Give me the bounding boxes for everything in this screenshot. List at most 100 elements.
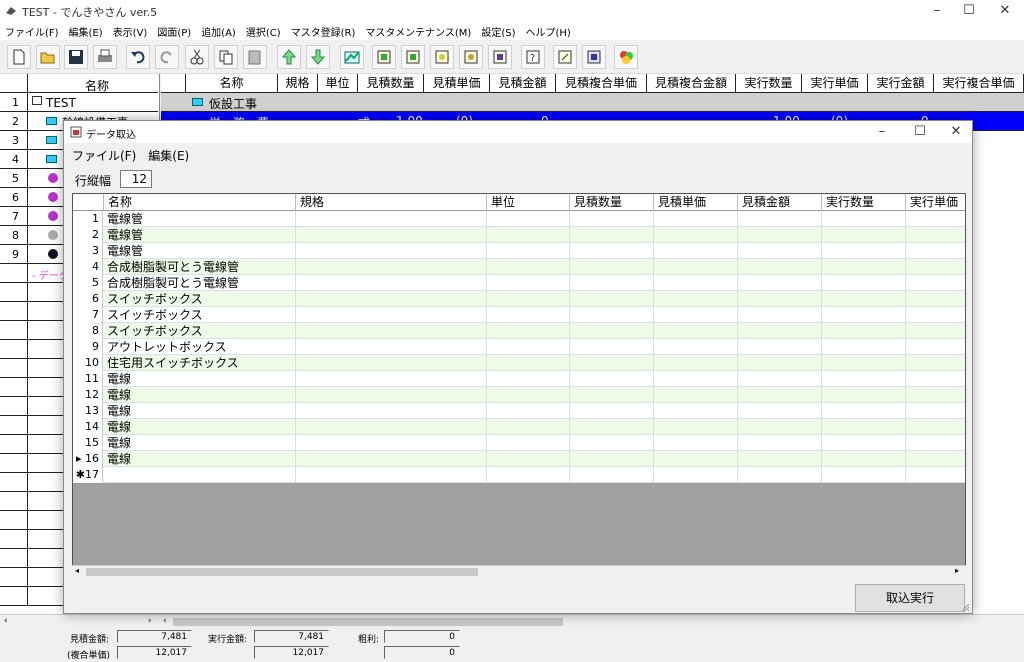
col-header-exec-composite-price[interactable]: 実行複合単価 bbox=[934, 74, 1024, 93]
main-horizontal-scrollbar[interactable]: ‹ › ‹ bbox=[0, 614, 1024, 628]
col-header-exec-price[interactable]: 実行単価 bbox=[906, 194, 965, 211]
name-cell[interactable]: アウトレットボックス bbox=[104, 339, 296, 355]
grid-cell[interactable] bbox=[654, 243, 738, 259]
grid-cell[interactable] bbox=[570, 387, 654, 403]
grid-cell[interactable] bbox=[654, 419, 738, 435]
grid-cell[interactable] bbox=[570, 323, 654, 339]
col-header-name[interactable]: 名称 bbox=[104, 194, 296, 211]
resize-grip-icon[interactable] bbox=[960, 602, 970, 612]
name-cell[interactable]: スイッチボックス bbox=[104, 291, 296, 307]
grid-cell[interactable] bbox=[654, 355, 738, 371]
scroll-right-icon[interactable]: ▸ bbox=[955, 566, 959, 575]
grid-cell[interactable] bbox=[906, 243, 965, 259]
grid-cell[interactable] bbox=[654, 451, 738, 467]
grid-cell[interactable] bbox=[296, 323, 487, 339]
grid-cell[interactable] bbox=[738, 467, 822, 483]
name-cell[interactable]: 電線 bbox=[104, 451, 296, 467]
menu-edit[interactable]: 編集(E) bbox=[64, 22, 108, 39]
col-header-exec-qty[interactable]: 実行数量 bbox=[736, 74, 802, 93]
grid-cell[interactable] bbox=[296, 371, 487, 387]
grid-cell[interactable] bbox=[822, 211, 906, 227]
grid-cell[interactable] bbox=[738, 323, 822, 339]
grid-cell[interactable] bbox=[570, 451, 654, 467]
grid-cell[interactable] bbox=[822, 419, 906, 435]
import-icon[interactable] bbox=[582, 45, 606, 69]
grid-cell[interactable] bbox=[654, 307, 738, 323]
grid-cell[interactable] bbox=[654, 435, 738, 451]
name-cell[interactable]: 合成樹脂製可とう電線管 bbox=[104, 275, 296, 291]
grid-cell[interactable] bbox=[654, 275, 738, 291]
scroll-thumb[interactable] bbox=[173, 618, 563, 626]
grid-cell[interactable] bbox=[487, 419, 570, 435]
grid-cell[interactable] bbox=[487, 387, 570, 403]
grid-cell[interactable] bbox=[654, 259, 738, 275]
table-row[interactable]: 13 電線 bbox=[73, 403, 965, 419]
grid-cell[interactable] bbox=[570, 227, 654, 243]
help-doc-icon[interactable]: ? bbox=[521, 45, 545, 69]
grid-cell[interactable] bbox=[487, 339, 570, 355]
grid-cell[interactable] bbox=[822, 291, 906, 307]
grid-cell[interactable] bbox=[296, 467, 487, 483]
grid-cell[interactable] bbox=[296, 259, 487, 275]
grid-cell[interactable] bbox=[487, 435, 570, 451]
doc-tool-5-icon[interactable] bbox=[488, 45, 512, 69]
grid-cell[interactable] bbox=[654, 227, 738, 243]
grid-cell[interactable] bbox=[906, 467, 965, 483]
grid-cell[interactable] bbox=[822, 403, 906, 419]
table-row[interactable]: 9 アウトレットボックス bbox=[73, 339, 965, 355]
redo-icon[interactable] bbox=[155, 45, 179, 69]
menu-view[interactable]: 表示(V) bbox=[108, 22, 153, 39]
grid-cell[interactable] bbox=[738, 259, 822, 275]
grid-cell[interactable] bbox=[822, 243, 906, 259]
table-row[interactable]: 12 電線 bbox=[73, 387, 965, 403]
undo-icon[interactable] bbox=[126, 45, 150, 69]
grid-cell[interactable] bbox=[654, 323, 738, 339]
table-row[interactable]: 10 住宅用スイッチボックス bbox=[73, 355, 965, 371]
chart-icon[interactable] bbox=[340, 45, 364, 69]
grid-cell[interactable] bbox=[296, 211, 487, 227]
scroll-left-icon[interactable]: ‹ bbox=[4, 616, 8, 626]
menu-help[interactable]: ヘルプ(H) bbox=[521, 22, 576, 39]
grid-cell[interactable] bbox=[738, 435, 822, 451]
grid-cell[interactable] bbox=[822, 339, 906, 355]
name-cell[interactable] bbox=[104, 467, 296, 483]
doc-tool-3-icon[interactable] bbox=[430, 45, 454, 69]
export-icon[interactable] bbox=[553, 45, 577, 69]
scroll-right-icon[interactable]: › bbox=[148, 616, 152, 626]
row-height-input[interactable]: 12 bbox=[120, 170, 152, 188]
doc-tool-2-icon[interactable] bbox=[401, 45, 425, 69]
grid-cell[interactable] bbox=[738, 243, 822, 259]
dialog-menu-file[interactable]: ファイル(F) bbox=[64, 143, 140, 164]
name-cell[interactable]: 住宅用スイッチボックス bbox=[104, 355, 296, 371]
table-row[interactable]: 2 電線管 bbox=[73, 227, 965, 243]
paste-icon[interactable] bbox=[243, 45, 267, 69]
grid-cell[interactable] bbox=[822, 259, 906, 275]
grid-cell[interactable] bbox=[296, 355, 487, 371]
grid-cell[interactable] bbox=[570, 339, 654, 355]
grid-cell[interactable] bbox=[570, 211, 654, 227]
grid-cell[interactable] bbox=[822, 451, 906, 467]
table-row[interactable]: 7 スイッチボックス bbox=[73, 307, 965, 323]
doc-tool-1-icon[interactable] bbox=[372, 45, 396, 69]
close-button[interactable]: ✕ bbox=[982, 0, 1024, 22]
grid-cell[interactable] bbox=[738, 371, 822, 387]
new-file-icon[interactable] bbox=[7, 45, 31, 69]
col-header-exec-qty[interactable]: 実行数量 bbox=[822, 194, 906, 211]
table-row[interactable]: 3 電線管 bbox=[73, 243, 965, 259]
grid-cell[interactable] bbox=[738, 291, 822, 307]
grid-cell[interactable] bbox=[487, 403, 570, 419]
grid-cell[interactable] bbox=[738, 227, 822, 243]
grid-cell[interactable] bbox=[906, 259, 965, 275]
scroll-left-icon[interactable]: ‹ bbox=[163, 616, 167, 626]
grid-cell[interactable] bbox=[296, 307, 487, 323]
col-header-est-composite-price[interactable]: 見積複合単価 bbox=[556, 74, 647, 93]
print-icon[interactable] bbox=[93, 45, 117, 69]
grid-cell[interactable] bbox=[570, 291, 654, 307]
col-header-est-amount[interactable]: 見積金額 bbox=[490, 74, 556, 93]
grid-cell[interactable] bbox=[822, 307, 906, 323]
grid-cell[interactable] bbox=[738, 307, 822, 323]
menu-select[interactable]: 選択(C) bbox=[241, 22, 286, 39]
table-row[interactable]: 5 合成樹脂製可とう電線管 bbox=[73, 275, 965, 291]
col-header-est-qty[interactable]: 見積数量 bbox=[570, 194, 654, 211]
col-header-exec-price[interactable]: 実行単価 bbox=[802, 74, 868, 93]
